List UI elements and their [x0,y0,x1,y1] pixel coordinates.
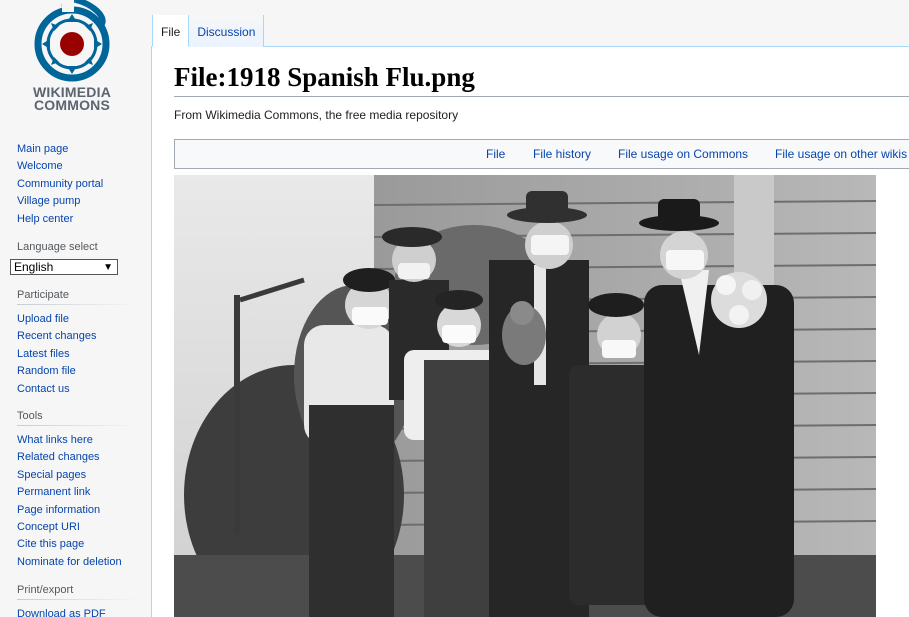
logo-line-2: COMMONS [33,97,111,113]
logo-wordmark: WIKIMEDIA COMMONS [22,85,122,113]
tools-heading: Tools [17,410,137,426]
chevron-down-icon: ▼ [103,262,113,273]
nav-page-information[interactable]: Page information [17,502,137,519]
nav-main: Main page Welcome Community portal Villa… [17,141,137,228]
nav-permanent-link[interactable]: Permanent link [17,484,137,501]
nav-download-pdf[interactable]: Download as PDF [17,606,137,617]
nav-special-pages[interactable]: Special pages [17,467,137,484]
toc-file-history[interactable]: File history [533,147,591,161]
photo-illustration [174,175,876,617]
toc-file[interactable]: File [486,147,505,161]
tab-file[interactable]: File [152,15,190,47]
nav-community-portal[interactable]: Community portal [17,176,137,193]
print-heading: Print/export [17,584,137,600]
toc-file-usage-other-wikis[interactable]: File usage on other wikis [775,147,907,161]
nav-random-file[interactable]: Random file [17,363,137,380]
nav-concept-uri[interactable]: Concept URI [17,519,137,536]
nav-recent-changes[interactable]: Recent changes [17,328,137,345]
page-title: File:1918 Spanish Flu.png [174,62,909,97]
page-root: WIKIMEDIA COMMONS Main page Welcome Comm… [0,0,909,617]
nav-contact-us[interactable]: Contact us [17,381,137,398]
language-heading: Language select [17,241,98,253]
nav-help-center[interactable]: Help center [17,211,137,228]
nav-print: Print/export Download as PDF [17,584,137,617]
participate-heading: Participate [17,289,137,305]
language-select-value: English [14,260,54,274]
nav-cite-this-page[interactable]: Cite this page [17,536,137,553]
nav-participate: Participate Upload file Recent changes L… [17,289,137,398]
nav-welcome[interactable]: Welcome [17,158,137,175]
nav-latest-files[interactable]: Latest files [17,346,137,363]
site-logo[interactable]: WIKIMEDIA COMMONS [22,0,126,116]
commons-logo-icon [34,0,110,82]
nav-village-pump[interactable]: Village pump [17,193,137,210]
site-subtitle: From Wikimedia Commons, the free media r… [174,108,459,122]
nav-related-changes[interactable]: Related changes [17,449,137,466]
nav-upload-file[interactable]: Upload file [17,311,137,328]
language-select[interactable]: English ▼ [10,259,118,275]
sidebar: WIKIMEDIA COMMONS Main page Welcome Comm… [0,0,152,617]
nav-nominate-deletion[interactable]: Nominate for deletion [17,554,137,571]
page-tabs: File Discussion [152,15,265,47]
file-toc-bar: File File history File usage on Commons … [174,139,909,169]
nav-tools: Tools What links here Related changes Sp… [17,410,137,571]
tab-discussion[interactable]: Discussion [189,15,265,47]
toc-file-usage-commons[interactable]: File usage on Commons [618,147,748,161]
nav-what-links-here[interactable]: What links here [17,432,137,449]
file-image[interactable] [174,175,876,617]
nav-main-page[interactable]: Main page [17,141,137,158]
